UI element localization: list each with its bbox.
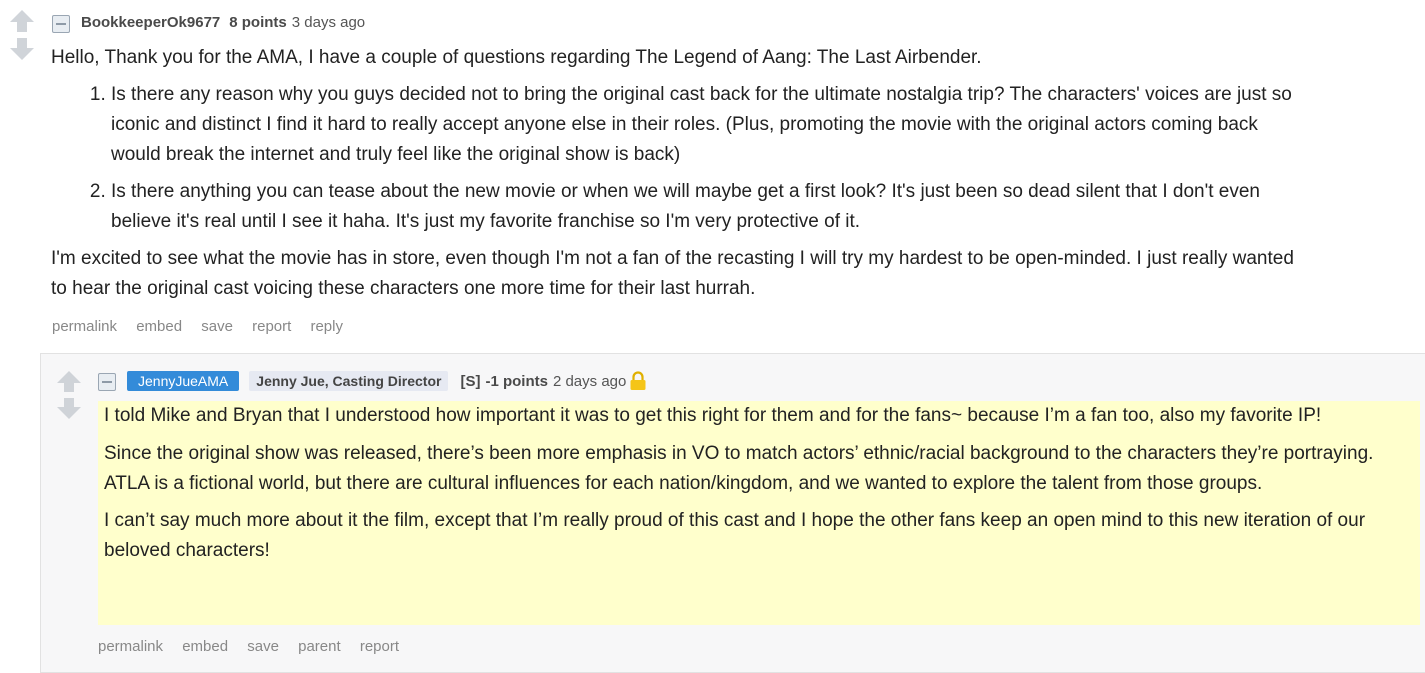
collapse-toggle-icon[interactable] [98, 373, 116, 391]
parent-intro: Hello, Thank you for the AMA, I have a c… [51, 47, 982, 68]
collapse-toggle-icon[interactable] [52, 15, 70, 33]
parent-action-buttons: permalink embed save report reply [52, 318, 358, 335]
reply-author[interactable]: JennyJueAMA [127, 371, 240, 391]
reply-score: -1 points [485, 372, 548, 390]
permalink-link[interactable]: permalink [98, 638, 163, 655]
author-flair: Jenny Jue, Casting Director [249, 371, 449, 391]
parent-score: 8 points [229, 14, 287, 31]
downvote-arrow-icon[interactable] [57, 398, 81, 419]
reply-paragraph: I can’t say much more about it the film,… [104, 510, 1366, 561]
reply-paragraph: Since the original show was released, th… [104, 443, 1374, 494]
embed-link[interactable]: embed [182, 638, 228, 655]
question-item: Is there any reason why you guys decided… [111, 80, 1311, 170]
upvote-arrow-icon[interactable] [57, 371, 81, 392]
reply-link[interactable]: reply [310, 318, 343, 335]
report-link[interactable]: report [360, 638, 399, 655]
reply-tagline: JennyJueAMA Jenny Jue, Casting Director … [127, 371, 647, 391]
parent-vote-svg [10, 10, 34, 60]
question-item: Is there anything you can tease about th… [111, 177, 1311, 237]
reply-paragraph: I told Mike and Bryan that I understood … [104, 405, 1322, 426]
question-list: Is there any reason why you guys decided… [51, 80, 1311, 237]
upvote-arrow-icon[interactable] [10, 10, 34, 32]
lock-icon [629, 371, 647, 391]
stickied-tag: [S] [460, 372, 481, 390]
parent-tagline: BookkeeperOk9677 8 points 3 days ago [81, 14, 365, 31]
downvote-arrow-icon[interactable] [10, 38, 34, 60]
save-link[interactable]: save [247, 638, 279, 655]
reply-time: 2 days ago [552, 372, 627, 390]
parent-vote-arrows [9, 8, 35, 62]
reply-comment-body: I told Mike and Bryan that I understood … [98, 401, 1420, 625]
permalink-link[interactable]: permalink [52, 318, 117, 335]
parent-outro: I'm excited to see what the movie has in… [51, 248, 1294, 299]
reply-vote-svg [57, 371, 81, 419]
parent-time: 3 days ago [291, 14, 366, 31]
parent-link[interactable]: parent [298, 638, 341, 655]
save-link[interactable]: save [201, 318, 233, 335]
report-link[interactable]: report [252, 318, 291, 335]
reply-action-buttons: permalink embed save parent report [98, 638, 414, 655]
embed-link[interactable]: embed [136, 318, 182, 335]
parent-comment-body: Hello, Thank you for the AMA, I have a c… [51, 43, 1311, 304]
reply-vote-arrows [56, 370, 82, 420]
parent-author[interactable]: BookkeeperOk9677 [81, 14, 220, 31]
